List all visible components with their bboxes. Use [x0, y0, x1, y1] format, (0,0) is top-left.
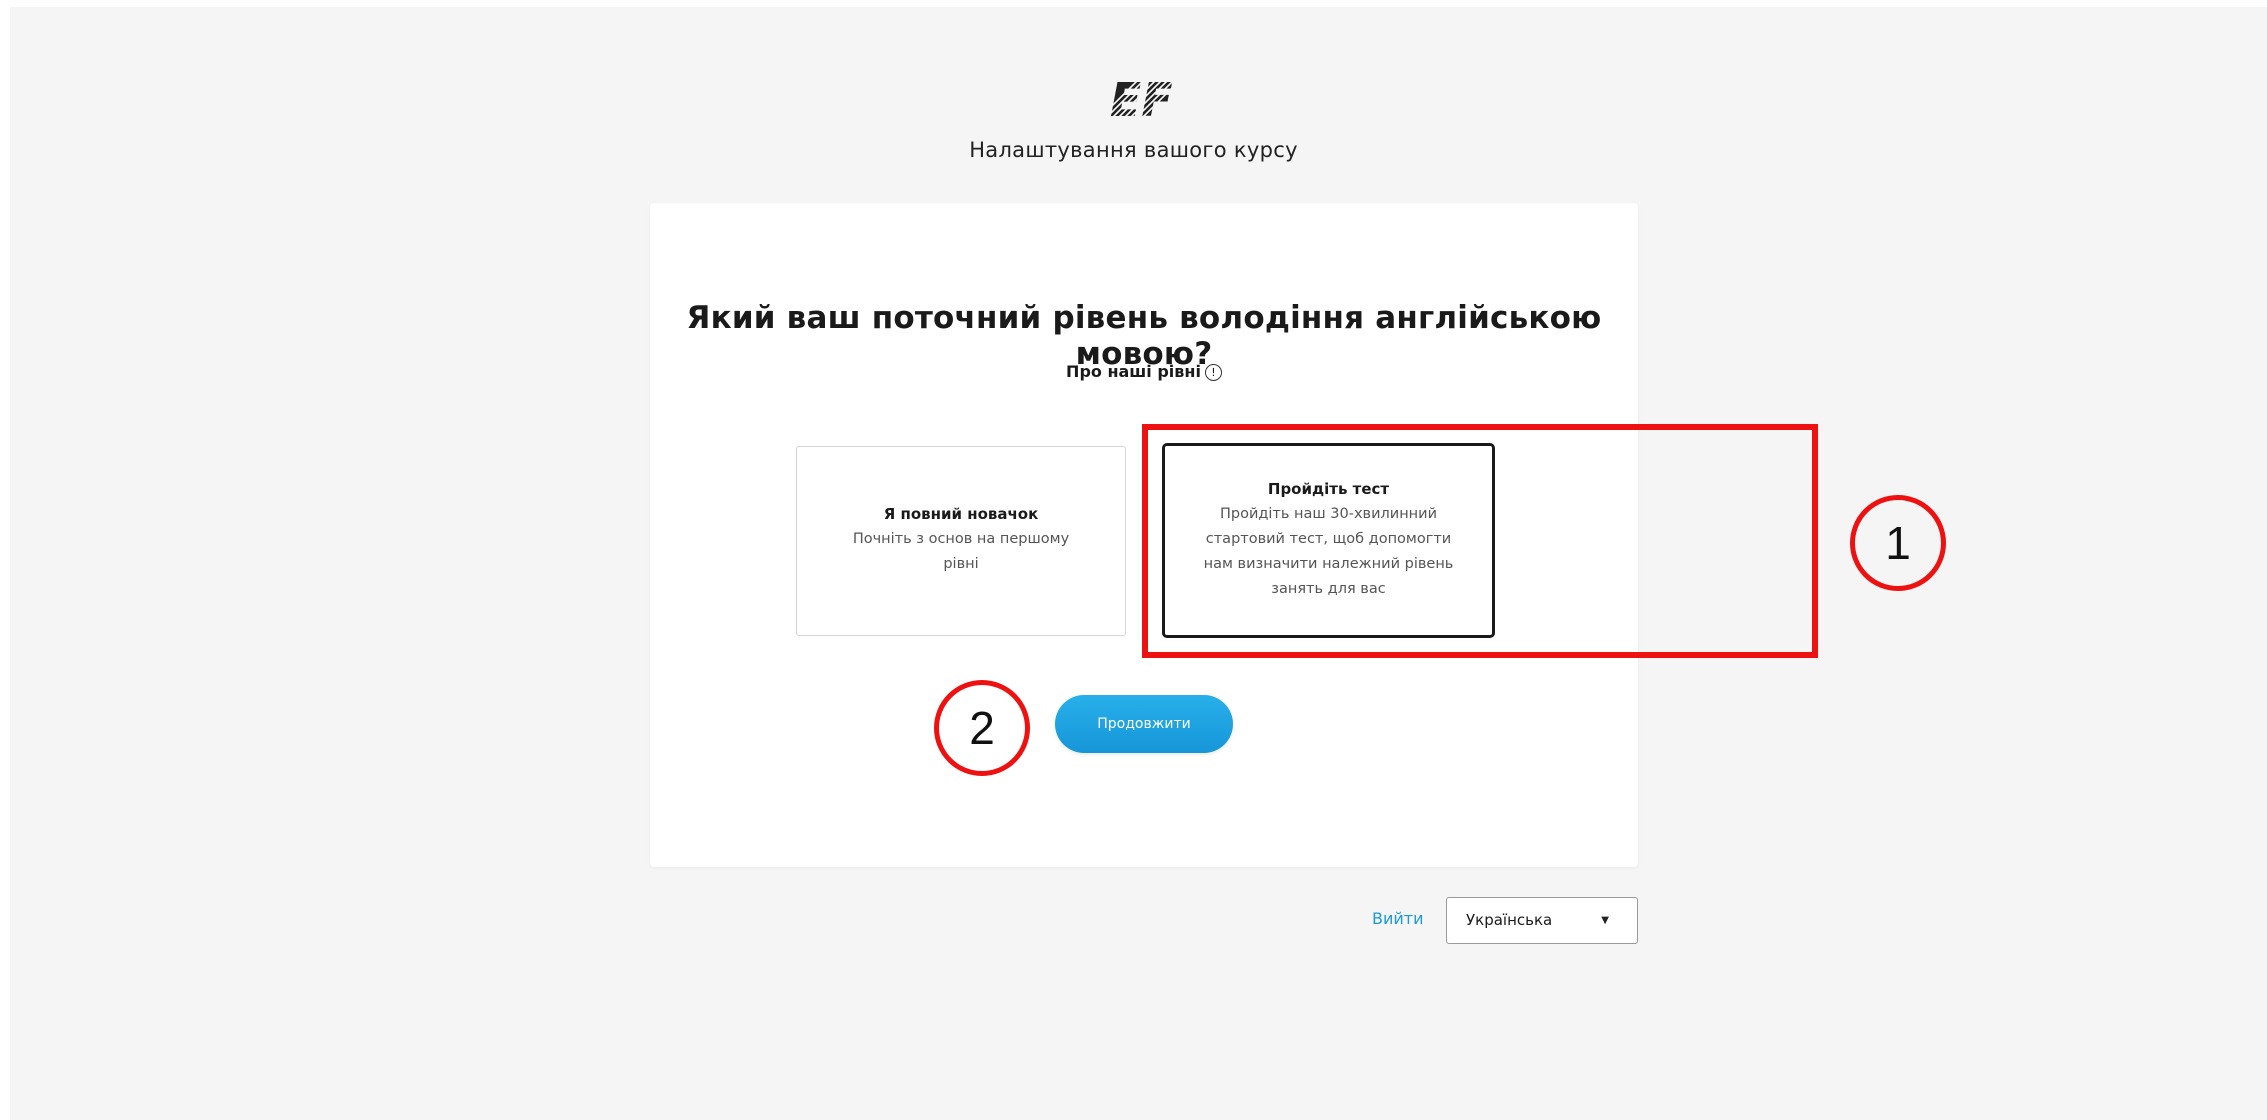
page-subtitle: Налаштування вашого курсу	[969, 138, 1298, 162]
continue-button[interactable]: Продовжити	[1055, 695, 1233, 753]
info-icon: !	[1204, 364, 1222, 381]
language-select[interactable]: Українська ▼	[1446, 897, 1638, 944]
about-levels-label: Про наші рівні	[1066, 362, 1201, 381]
logout-link[interactable]: Вийти	[1372, 909, 1424, 928]
annotation-highlight-box	[1142, 424, 1818, 658]
option-beginner[interactable]: Я повний новачок Почніть з основ на перш…	[796, 446, 1126, 636]
option-beginner-description: Почніть з основ на першому рівні	[852, 531, 1070, 572]
annotation-marker-2: 2	[934, 680, 1030, 776]
annotation-marker-1: 1	[1850, 495, 1946, 591]
caret-down-icon: ▼	[1601, 915, 1609, 926]
about-levels-link[interactable]: Про наші рівні!	[650, 362, 1638, 381]
ef-logo: EF	[1110, 77, 1174, 120]
option-beginner-title: Я повний новачок	[883, 505, 1039, 523]
language-select-value: Українська	[1466, 911, 1553, 929]
